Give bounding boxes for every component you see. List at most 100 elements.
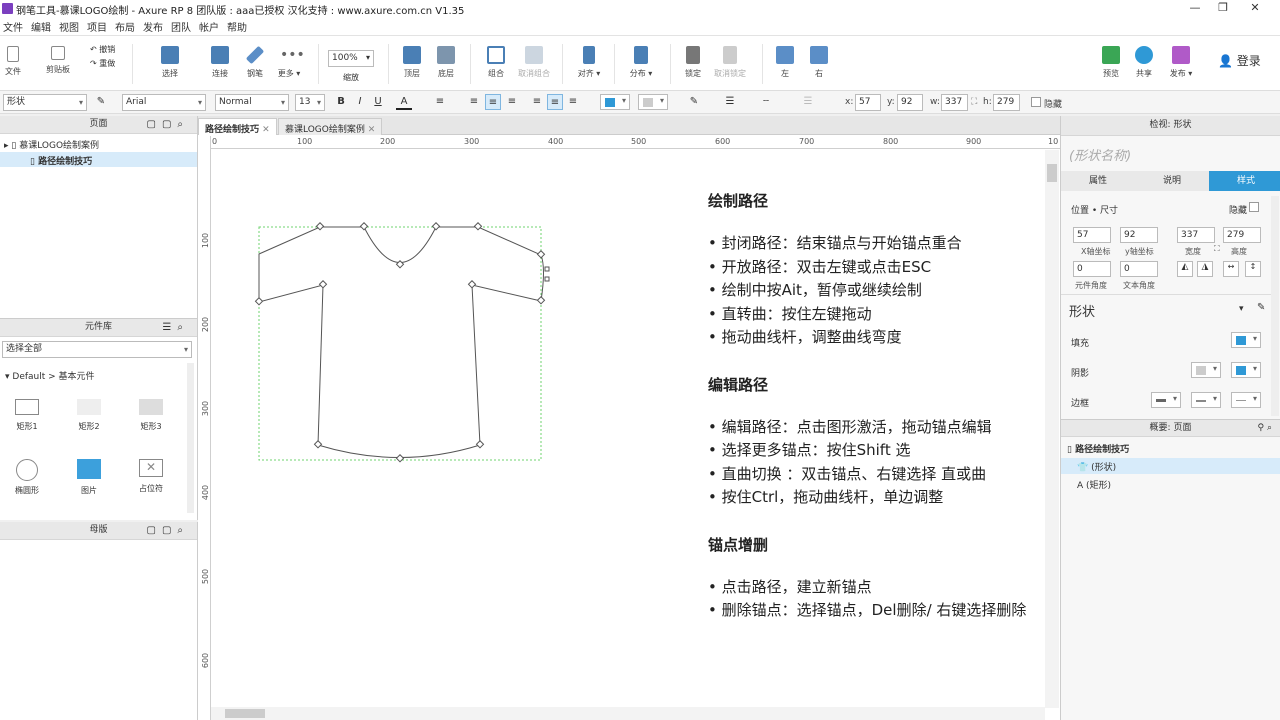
x-coord-input[interactable]: 57 <box>1073 227 1111 243</box>
tshirt-path-shape[interactable] <box>250 218 560 468</box>
widget-ellipse[interactable]: 椭圆形 <box>2 459 52 496</box>
shadow-picker[interactable] <box>638 94 668 110</box>
arrow-style-icon[interactable]: ☰ <box>800 94 816 110</box>
widget-placeholder[interactable]: ✕ 占位符 <box>126 459 176 494</box>
send-to-back-button[interactable]: 底层 <box>432 40 460 79</box>
valign-middle-icon[interactable]: ≡ <box>547 94 563 110</box>
menu-search-icon[interactable]: ☰⌕ <box>162 319 189 336</box>
menu-account[interactable]: 帐户 <box>196 17 224 34</box>
group-button[interactable]: 组合 <box>480 40 512 79</box>
tab-path-tips[interactable]: 路径绘制技巧 ✕ <box>198 118 277 135</box>
style-edit-icon[interactable]: ✎ <box>93 94 109 110</box>
rotation-input[interactable]: 0 <box>1073 261 1111 277</box>
border-style-icon[interactable]: ┄ <box>758 94 774 110</box>
lock-ratio-icon[interactable]: ⛶ <box>1214 244 1220 254</box>
menu-file[interactable]: 文件 <box>0 17 28 34</box>
left-button[interactable]: 左 <box>774 40 796 79</box>
canvas-vertical-scrollbar[interactable] <box>1045 150 1059 708</box>
bold-button[interactable]: B <box>333 94 349 110</box>
menu-help[interactable]: 帮助 <box>224 17 252 34</box>
width-input[interactable]: 337 <box>941 94 968 111</box>
tab-logo-case[interactable]: 慕课LOGO绘制案例 ✕ <box>278 118 383 135</box>
library-filter-select[interactable]: 选择全部 <box>2 341 192 358</box>
menu-publish[interactable]: 发布 <box>140 17 168 34</box>
pen-tool-button[interactable]: 钢笔 <box>240 40 270 79</box>
align-center-text-icon[interactable]: ≡ <box>485 94 501 110</box>
page-tree-root[interactable]: ▸ ▯ 慕课LOGO绘制案例 <box>0 134 197 151</box>
fit-height-icon[interactable]: ↕ <box>1245 261 1261 277</box>
height-input[interactable]: 279 <box>1223 227 1261 243</box>
text-color-button[interactable]: A <box>396 94 412 110</box>
unlock-button[interactable]: 取消锁定 <box>710 40 750 79</box>
library-group-header[interactable]: ▾ Default > 基本元件 <box>5 369 95 382</box>
chevron-down-icon[interactable]: ▾ <box>1239 304 1244 314</box>
right-button[interactable]: 右 <box>808 40 830 79</box>
menu-project[interactable]: 项目 <box>84 17 112 34</box>
outer-shadow-picker[interactable] <box>1191 362 1221 378</box>
font-size-select[interactable]: 13 <box>295 94 325 111</box>
hidden-checkbox[interactable] <box>1249 202 1259 212</box>
search-icon[interactable]: ▢▢⌕ <box>147 116 190 133</box>
anchor-points[interactable] <box>254 222 550 463</box>
inner-shadow-picker[interactable] <box>1231 362 1261 378</box>
bullet-list-icon[interactable]: ≡ <box>432 94 448 110</box>
filter-search-icon[interactable]: ⚲ ⌕ <box>1258 420 1273 437</box>
notes-text-block[interactable]: 绘制路径 • 封闭路径：结束锚点与开始锚点重合 • 开放路径：双击左键或点击ES… <box>708 190 1053 623</box>
bring-to-front-button[interactable]: 顶层 <box>398 40 426 79</box>
shape-name-input[interactable]: (形状名称) <box>1069 145 1131 164</box>
widget-rect2[interactable]: 矩形2 <box>64 399 114 432</box>
outline-item[interactable]: A (矩形) <box>1077 478 1111 491</box>
close-window-button[interactable]: ✕ <box>1240 0 1270 17</box>
file-button[interactable]: 文件 <box>2 40 24 77</box>
connect-button[interactable]: 连接 <box>200 40 240 79</box>
fill-color-picker[interactable] <box>600 94 630 110</box>
fill-color-picker[interactable] <box>1231 332 1261 348</box>
align-button[interactable]: 对齐 ▾ <box>574 40 604 79</box>
italic-button[interactable]: I <box>352 94 368 110</box>
lock-ratio-icon[interactable]: ⛶ <box>971 97 977 107</box>
widget-rect3[interactable]: 矩形3 <box>126 399 176 432</box>
flip-vertical-icon[interactable]: ◮ <box>1197 261 1213 277</box>
align-right-text-icon[interactable]: ≡ <box>504 94 520 110</box>
widget-rect1[interactable]: 矩形1 <box>2 399 52 432</box>
align-left-text-icon[interactable]: ≡ <box>466 94 482 110</box>
height-input[interactable]: 279 <box>993 94 1020 111</box>
y-coord-input[interactable]: 92 <box>1120 227 1158 243</box>
search-icon[interactable]: ▢▢⌕ <box>147 522 190 539</box>
border-color-icon[interactable]: ✎ <box>686 94 702 110</box>
redo-button[interactable]: ↷ 重做 <box>90 58 115 69</box>
distribute-button[interactable]: 分布 ▾ <box>626 40 656 79</box>
page-tree-item-selected[interactable]: ▯ 路径绘制技巧 <box>0 152 197 167</box>
border-color-picker[interactable] <box>1191 392 1221 408</box>
login-button[interactable]: 👤 登录 <box>1218 52 1261 69</box>
fit-width-icon[interactable]: ↔ <box>1223 261 1239 277</box>
minimize-button[interactable]: — <box>1180 0 1210 17</box>
select-mode-button[interactable]: 选择 <box>150 40 190 79</box>
zoom-select[interactable]: 100% ▾ <box>328 50 374 67</box>
tab-style[interactable]: 样式 <box>1209 171 1280 191</box>
y-input[interactable]: 92 <box>897 94 923 111</box>
publish-button[interactable]: 发布 ▾ <box>1166 40 1196 79</box>
tab-notes[interactable]: 说明 <box>1135 171 1209 191</box>
share-button[interactable]: 共享 <box>1130 40 1158 79</box>
menu-edit[interactable]: 编辑 <box>28 17 56 34</box>
hidden-checkbox[interactable] <box>1031 97 1041 107</box>
border-style-picker[interactable] <box>1231 392 1261 408</box>
ungroup-button[interactable]: 取消组合 <box>514 40 554 79</box>
widget-type-select[interactable]: 形状 <box>3 94 87 111</box>
border-width-icon[interactable]: ☰ <box>722 94 738 110</box>
menu-team[interactable]: 团队 <box>168 17 196 34</box>
widget-image[interactable]: 图片 <box>64 459 114 496</box>
maximize-button[interactable]: ❐ <box>1208 0 1238 17</box>
x-input[interactable]: 57 <box>855 94 881 111</box>
clipboard-button[interactable]: 剪贴板 <box>40 40 76 75</box>
valign-top-icon[interactable]: ≡ <box>529 94 545 110</box>
close-icon[interactable]: ✕ <box>368 125 376 135</box>
font-style-select[interactable]: Normal <box>215 94 289 111</box>
menu-layout[interactable]: 布局 <box>112 17 140 34</box>
edit-style-icon[interactable]: ✎ <box>1257 302 1265 313</box>
preview-button[interactable]: 预览 <box>1100 40 1122 79</box>
menu-view[interactable]: 视图 <box>56 17 84 34</box>
underline-button[interactable]: U <box>370 94 386 110</box>
lock-button[interactable]: 锁定 <box>680 40 706 79</box>
